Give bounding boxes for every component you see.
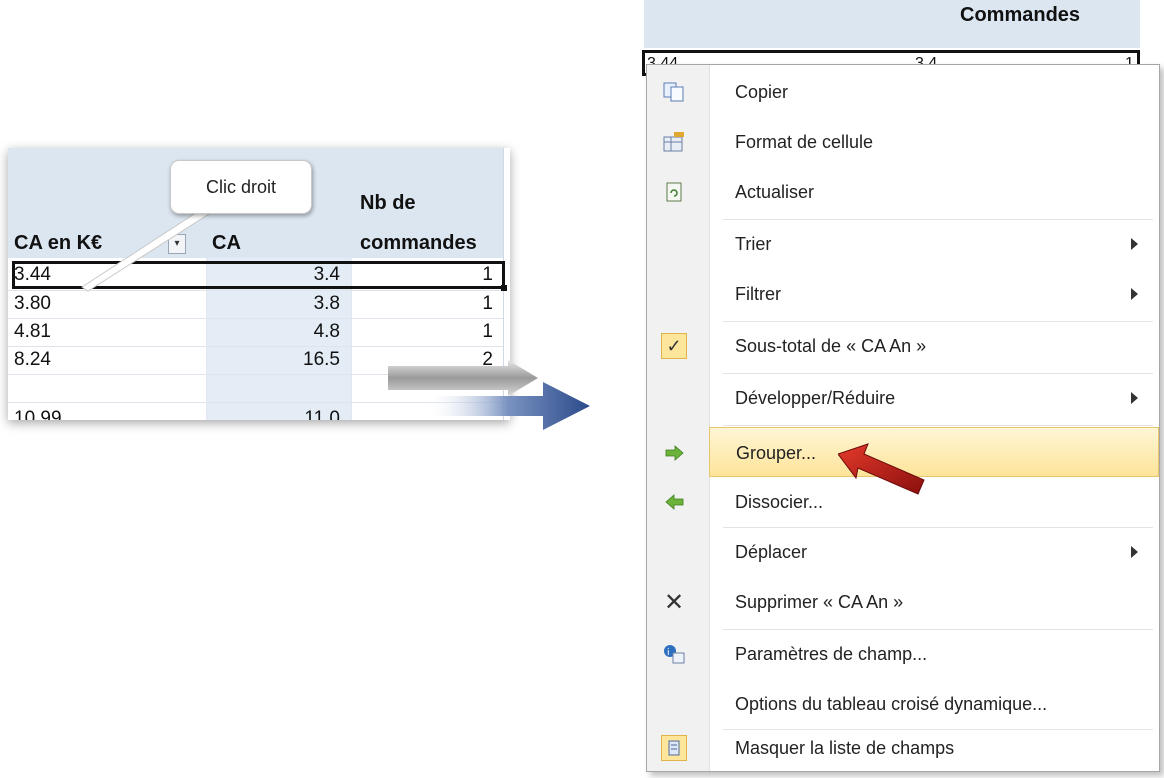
menu-label: Déplacer xyxy=(735,542,808,562)
cell-ca[interactable]: 3.8 xyxy=(208,291,340,317)
menu-label: Développer/Réduire xyxy=(735,388,896,408)
field-list-icon xyxy=(661,735,687,761)
menu-label: Grouper... xyxy=(736,443,817,463)
copy-icon xyxy=(661,79,687,105)
menu-item-developper-reduire[interactable]: Développer/Réduire xyxy=(647,373,1159,423)
menu-item-masquer-liste[interactable]: Masquer la liste de champs xyxy=(647,723,1159,773)
menu-label: Copier xyxy=(735,82,789,102)
header-commandes[interactable]: Commandes xyxy=(960,4,1080,27)
ungroup-arrow-icon xyxy=(661,489,687,515)
menu-item-sous-total[interactable]: ✓ Sous-total de « CA An » xyxy=(647,321,1159,371)
submenu-arrow-icon xyxy=(1131,392,1138,404)
menu-item-options-tcd[interactable]: Options du tableau croisé dynamique... xyxy=(647,679,1159,729)
menu-item-supprimer[interactable]: ✕ Supprimer « CA An » xyxy=(647,577,1159,627)
menu-label: Dissocier... xyxy=(735,492,824,512)
cell-ca-k[interactable]: 3.80 xyxy=(14,291,51,317)
cell-ca-k[interactable]: 8.24 xyxy=(14,347,51,373)
menu-item-deplacer[interactable]: Déplacer xyxy=(647,527,1159,577)
red-pointer-arrow xyxy=(838,443,925,495)
cell-ca[interactable]: 11.0 xyxy=(208,406,340,420)
menu-item-filtrer[interactable]: Filtrer xyxy=(647,269,1159,319)
menu-item-copier[interactable]: Copier xyxy=(647,67,1159,117)
callout-pointer xyxy=(81,206,220,292)
submenu-arrow-icon xyxy=(1131,546,1138,558)
menu-label: Format de cellule xyxy=(735,132,874,152)
group-arrow-icon xyxy=(662,440,688,466)
menu-label: Trier xyxy=(735,234,772,254)
right-click-callout: Clic droit xyxy=(170,160,312,214)
menu-label: Supprimer « CA An » xyxy=(735,592,904,612)
menu-label: Paramètres de champ... xyxy=(735,644,928,664)
blue-arrow xyxy=(425,382,590,430)
header-nb-line1[interactable]: Nb de xyxy=(360,192,416,215)
field-settings-icon: i xyxy=(661,641,687,667)
context-menu: Copier Format de cellule Actualiser Trie… xyxy=(646,64,1160,772)
menu-item-actualiser[interactable]: Actualiser xyxy=(647,167,1159,217)
menu-item-parametres-champ[interactable]: i Paramètres de champ... xyxy=(647,629,1159,679)
fill-handle[interactable] xyxy=(501,285,507,291)
format-cells-icon xyxy=(661,129,687,155)
header-nb-line2[interactable]: commandes xyxy=(360,232,477,255)
check-icon: ✓ xyxy=(661,333,687,359)
cell-ca-k[interactable]: 10.99 xyxy=(14,406,62,420)
cell-ca-k[interactable]: 4.81 xyxy=(14,319,51,345)
cell-ca[interactable]: 4.8 xyxy=(208,319,340,345)
cell-ca[interactable]: 16.5 xyxy=(208,347,340,373)
cell-nb[interactable]: 1 xyxy=(353,291,493,317)
submenu-arrow-icon xyxy=(1131,288,1138,300)
menu-label: Sous-total de « CA An » xyxy=(735,336,927,356)
delete-x-icon: ✕ xyxy=(663,588,685,616)
menu-item-trier[interactable]: Trier xyxy=(647,219,1159,269)
menu-label: Filtrer xyxy=(735,284,781,304)
menu-label: Actualiser xyxy=(735,182,815,202)
menu-label: Options du tableau croisé dynamique... xyxy=(735,694,1048,714)
menu-label: Masquer la liste de champs xyxy=(735,738,955,758)
svg-text:i: i xyxy=(667,648,670,658)
submenu-arrow-icon xyxy=(1131,238,1138,250)
refresh-icon xyxy=(661,179,687,205)
menu-item-format-cellule[interactable]: Format de cellule xyxy=(647,117,1159,167)
menu-separator xyxy=(723,425,1153,426)
cell-nb[interactable]: 1 xyxy=(353,319,493,345)
